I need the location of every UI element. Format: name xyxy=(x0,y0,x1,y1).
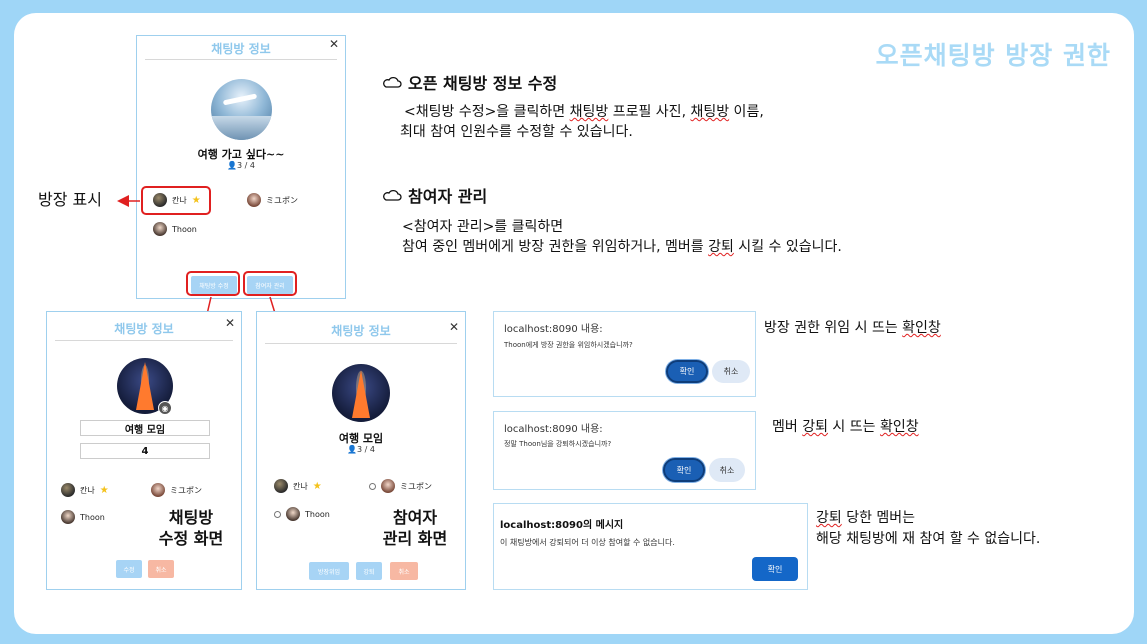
room-name: 여행 가고 싶다~~ xyxy=(197,148,285,161)
people-icon: 👤 xyxy=(227,161,237,170)
camera-icon[interactable]: ◉ xyxy=(158,401,172,415)
delegate-confirm-dialog: localhost:8090 내용: Thoon에게 방장 권한을 위임하시겠습… xyxy=(493,311,756,397)
kicked-dialog-label: 강퇴 당한 멤버는 해당 채팅방에 재 참여 할 수 없습니다. xyxy=(816,508,1040,550)
cancel-button[interactable]: 취소 xyxy=(148,560,174,578)
cancel-button[interactable]: 취소 xyxy=(712,360,750,383)
save-button[interactable]: 수정 xyxy=(116,560,142,578)
dialog-message: 이 채팅방에서 강퇴되어 더 이상 참여할 수 없습니다. xyxy=(500,538,675,547)
cancel-button[interactable]: 취소 xyxy=(709,458,745,482)
avatar xyxy=(286,507,300,521)
label-line: 해당 채팅방에 재 참여 할 수 없습니다. xyxy=(816,531,1041,547)
max-members-input[interactable]: 4 xyxy=(80,443,210,459)
member-name: 칸나 xyxy=(293,481,308,491)
body-line: <참여자 관리>를 클릭하면 xyxy=(402,219,564,235)
ok-button[interactable]: 확인 xyxy=(752,557,798,581)
avatar xyxy=(61,483,75,497)
avatar xyxy=(61,510,75,524)
edit-screen-caption: 채팅방 수정 화면 xyxy=(146,507,236,549)
cloud-icon xyxy=(383,76,402,88)
cloud-icon xyxy=(383,189,402,201)
dialog-message: Thoon에게 방장 권한을 위임하시겠습니까? xyxy=(504,341,633,349)
panel-title: 채팅방 정보 xyxy=(331,324,391,338)
section-body-manage: <참여자 관리>를 클릭하면 참여 중인 멤버에게 방장 권한을 위임하거나, … xyxy=(402,217,842,257)
heading-text: 참여자 관리 xyxy=(408,187,488,206)
body-line: 최대 참여 인원수를 수정할 수 있습니다. xyxy=(400,124,633,140)
edit-button-highlight-box xyxy=(186,271,240,296)
caption-line: 참여자 xyxy=(392,508,438,527)
body-line: <채팅방 수정>을 클릭하면 채팅방 프로필 사진, 채팅방 이름, xyxy=(404,104,764,120)
section-heading-edit: 오픈 채팅방 정보 수정 xyxy=(382,70,557,94)
ok-button[interactable]: 확인 xyxy=(666,360,708,383)
avatar xyxy=(381,479,395,493)
member-radio[interactable] xyxy=(369,482,376,490)
member-name: ミユポン xyxy=(400,481,432,491)
room-profile-image xyxy=(211,79,272,140)
ok-button[interactable]: 확인 xyxy=(663,458,705,482)
divider xyxy=(145,59,337,60)
close-icon[interactable]: ✕ xyxy=(449,320,459,334)
close-icon[interactable]: ✕ xyxy=(329,37,339,51)
dialog-message: 정말 Thoon님을 강퇴하시겠습니까? xyxy=(504,440,612,448)
divider xyxy=(55,340,233,341)
room-info-panel: 채팅방 정보 ✕ 여행 가고 싶다~~ 👤3 / 4 칸나 ★ ミユポン Tho… xyxy=(136,35,346,299)
room-name-input[interactable]: 여행 모임 xyxy=(80,420,210,436)
manage-button-highlight-box xyxy=(243,271,297,296)
owner-star-icon: ★ xyxy=(312,480,322,492)
section-heading-manage: 참여자 관리 xyxy=(382,183,487,207)
avatar xyxy=(151,483,165,497)
member-name: Thoon xyxy=(172,224,197,234)
member-name: ミユポン xyxy=(266,195,298,205)
avatar xyxy=(274,479,288,493)
caption-line: 관리 화면 xyxy=(382,529,448,548)
member-count: 👤3 / 4 xyxy=(137,161,345,170)
member-radio[interactable] xyxy=(274,510,281,518)
member-name: Thoon xyxy=(305,509,330,519)
dialog-host: localhost:8090 내용: xyxy=(504,424,603,435)
kick-dialog-label: 멤버 강퇴 시 뜨는 확인창 xyxy=(772,419,919,435)
member-name: 칸나 xyxy=(80,485,95,495)
kick-button[interactable]: 강퇴 xyxy=(356,562,382,580)
cancel-button[interactable]: 취소 xyxy=(390,562,418,580)
member-item: Thoon xyxy=(61,510,105,524)
people-icon: 👤 xyxy=(347,445,357,454)
delegate-dialog-label: 방장 권한 위임 시 뜨는 확인창 xyxy=(764,320,941,336)
member-item[interactable]: Thoon xyxy=(274,507,330,521)
member-item: ミユポン xyxy=(151,483,202,497)
member-item[interactable]: ミユポン xyxy=(369,479,432,493)
member-count: 👤3 / 4 xyxy=(257,445,465,454)
panel-title: 채팅방 정보 xyxy=(114,322,174,336)
delegate-owner-button[interactable]: 방장위임 xyxy=(309,562,349,580)
section-body-edit: <채팅방 수정>을 클릭하면 채팅방 프로필 사진, 채팅방 이름, 최대 참여… xyxy=(400,102,764,142)
slide-title: 오픈채팅방 방장 권한 xyxy=(875,41,1111,70)
heading-text: 오픈 채팅방 정보 수정 xyxy=(408,74,558,93)
member-name: ミユポン xyxy=(170,485,202,495)
member-item[interactable]: ミユポン xyxy=(247,193,298,207)
room-profile-image xyxy=(332,364,390,422)
owner-mark-label: 방장 표시 xyxy=(38,190,102,209)
panel-title: 채팅방 정보 xyxy=(211,42,271,56)
dialog-host: localhost:8090 내용: xyxy=(504,324,603,335)
avatar xyxy=(247,193,261,207)
kicked-message-dialog: localhost:8090의 메시지 이 채팅방에서 강퇴되어 더 이상 참여… xyxy=(493,503,808,590)
member-item[interactable]: Thoon xyxy=(153,222,197,236)
member-count-value: 3 / 4 xyxy=(357,445,375,454)
owner-star-icon: ★ xyxy=(99,484,109,496)
label-line: 강퇴 당한 멤버는 xyxy=(816,510,916,526)
member-count-value: 3 / 4 xyxy=(237,161,255,170)
caption-line: 수정 화면 xyxy=(158,529,224,548)
body-line: 참여 중인 멤버에게 방장 권한을 위임하거나, 멤버를 강퇴 시킬 수 있습니… xyxy=(402,239,842,255)
kick-confirm-dialog: localhost:8090 내용: 정말 Thoon님을 강퇴하시겠습니까? … xyxy=(493,411,756,490)
dialog-host: localhost:8090의 메시지 xyxy=(500,520,624,531)
owner-highlight-box xyxy=(141,186,211,215)
close-icon[interactable]: ✕ xyxy=(225,316,235,330)
divider xyxy=(265,343,457,344)
manage-screen-caption: 참여자 관리 화면 xyxy=(370,507,460,549)
member-item-owner: 칸나 ★ xyxy=(61,483,109,497)
room-name: 여행 모임 xyxy=(338,432,384,445)
caption-line: 채팅방 xyxy=(168,508,214,527)
member-item-owner: 칸나 ★ xyxy=(274,479,322,493)
avatar xyxy=(153,222,167,236)
member-name: Thoon xyxy=(80,512,105,522)
